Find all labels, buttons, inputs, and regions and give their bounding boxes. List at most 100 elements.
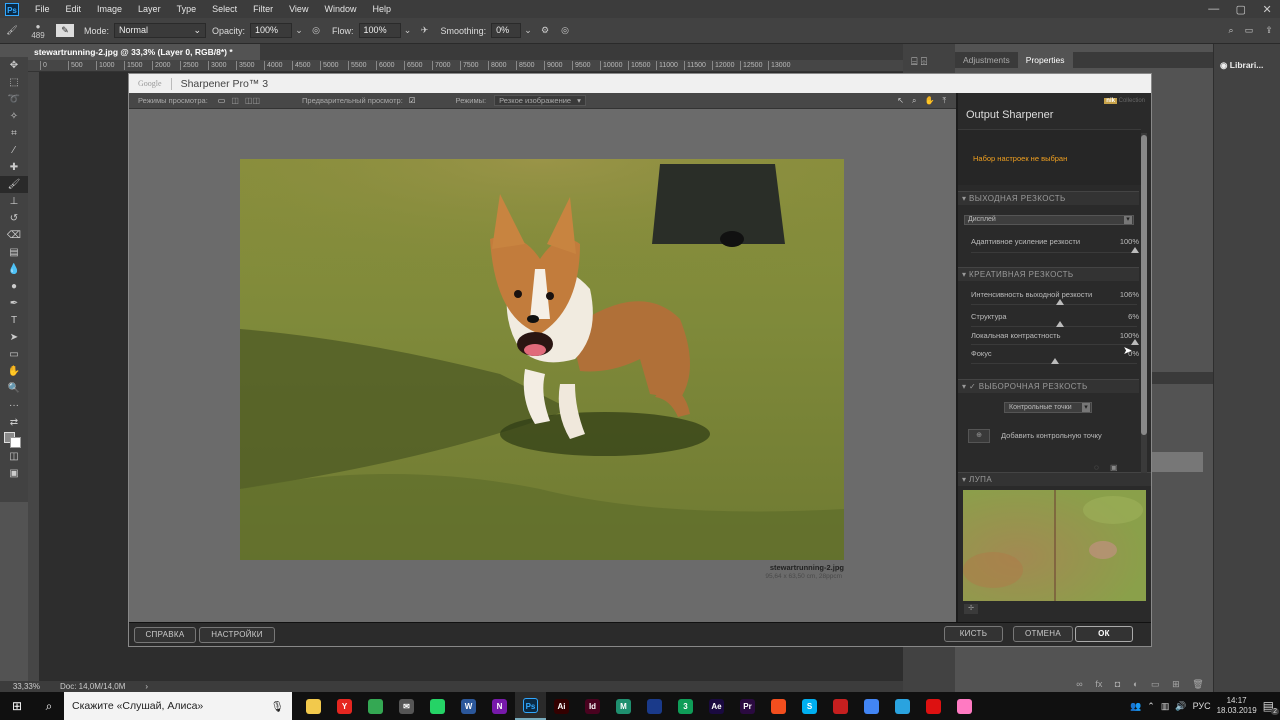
preview-checkbox[interactable]: ☑ [409, 96, 416, 105]
flow-field[interactable]: 100% [358, 23, 401, 38]
focus-slider[interactable] [971, 358, 1137, 364]
gradient-icon[interactable]: ▤ [0, 244, 28, 261]
ok-button[interactable]: ОК [1075, 626, 1133, 642]
libraries-tab[interactable]: ◉ Librari... [1220, 60, 1280, 71]
trash-icon[interactable]: 🗑 [1192, 679, 1203, 692]
taskbar-sheets-icon[interactable]: 3 [670, 692, 701, 720]
search-box[interactable]: Скажите «Слушай, Алиса» 🎙 [64, 692, 292, 720]
adaptive-slider-knob[interactable] [1131, 247, 1139, 253]
panel-scrollbar[interactable] [1141, 133, 1147, 473]
workspace-icon[interactable]: ▭ [1240, 25, 1258, 36]
zoom-tool-icon[interactable]: ⌕ [912, 96, 916, 106]
menu-image[interactable]: Image [89, 0, 130, 18]
maximize-icon[interactable]: ▢ [1236, 3, 1246, 16]
link-icon[interactable]: ∞ [1076, 679, 1082, 692]
pressure-size-icon[interactable]: ◎ [555, 25, 575, 36]
taskbar-aftereffects-icon[interactable]: Ae [701, 692, 732, 720]
menu-edit[interactable]: Edit [58, 0, 90, 18]
magic-wand-icon[interactable]: ✧ [0, 108, 28, 125]
taskbar-whatsapp-icon[interactable] [422, 692, 453, 720]
blur-tool-icon[interactable]: 💧 [0, 261, 28, 278]
taskbar-skype-icon[interactable]: S [794, 692, 825, 720]
menu-type[interactable]: Type [169, 0, 205, 18]
taskbar-onenote-icon[interactable]: N [484, 692, 515, 720]
display-select[interactable]: Дисплей ▾ [964, 215, 1134, 225]
zoom-tool-icon[interactable]: 🔍 [0, 380, 28, 397]
hand-tool-icon[interactable]: ✋ [0, 363, 28, 380]
new-layer-icon[interactable]: ⊞ [1172, 679, 1180, 692]
document-tab[interactable]: stewartrunning-2.jpg @ 33,3% (Layer 0, R… [28, 44, 260, 60]
minimize-icon[interactable]: — [1208, 3, 1219, 15]
chevron-right-icon[interactable]: › [125, 682, 148, 691]
control-points-select[interactable]: Контрольные точки ▾ [1004, 402, 1092, 413]
hand-tool-icon[interactable]: ✋ [924, 96, 934, 105]
brush-preset-picker[interactable]: ● 489 [24, 22, 52, 40]
tab-adjustments[interactable]: Adjustments [955, 52, 1018, 68]
menu-help[interactable]: Help [364, 0, 399, 18]
chevron-down-icon[interactable]: ⌄ [521, 25, 535, 36]
taskbar-figma-icon[interactable] [763, 692, 794, 720]
folder-icon[interactable]: ▭ [1151, 679, 1160, 692]
path-selection-icon[interactable]: ➤ [0, 329, 28, 346]
mask-icon[interactable]: ◘ [1115, 679, 1120, 692]
history-panel-icon[interactable]: ⌸ ⌹ [911, 56, 955, 69]
dodge-tool-icon[interactable]: ● [0, 278, 28, 295]
eraser-icon[interactable]: ⌫ [0, 227, 28, 244]
intensity-slider[interactable] [971, 299, 1137, 305]
taskbar-browser-icon[interactable] [856, 692, 887, 720]
swap-colors-icon[interactable]: ⇄ [0, 414, 28, 431]
shape-tool-icon[interactable]: ▭ [0, 346, 28, 363]
section-output-sharpening[interactable]: ▾ ВЫХОДНАЯ РЕЗКОСТЬ [958, 191, 1139, 205]
section-selective-sharpening[interactable]: ▾ ✓ ВЫБОРОЧНАЯ РЕЗКОСТЬ [958, 379, 1139, 393]
intensity-slider-knob[interactable] [1055, 299, 1064, 305]
menu-window[interactable]: Window [316, 0, 364, 18]
taskbar-telegram-icon[interactable] [887, 692, 918, 720]
help-button[interactable]: СПРАВКА [134, 627, 196, 643]
chevron-down-icon[interactable]: ⌄ [401, 25, 415, 36]
opacity-field[interactable]: 100% [250, 23, 293, 38]
pen-tool-icon[interactable]: ✒ [0, 295, 28, 312]
taskbar-photoshop-icon[interactable]: Ps [515, 692, 546, 720]
menu-layer[interactable]: Layer [130, 0, 169, 18]
search-icon[interactable]: ⌕ [34, 692, 64, 720]
airbrush-icon[interactable]: ✈ [415, 25, 435, 36]
gear-icon[interactable]: ⚙ [535, 25, 555, 36]
screen-mode-icon[interactable]: ▣ [0, 465, 28, 482]
structure-slider[interactable] [971, 321, 1137, 327]
taskbar-premiere-icon[interactable]: Pr [732, 692, 763, 720]
taskbar-game-icon[interactable] [949, 692, 980, 720]
menu-select[interactable]: Select [204, 0, 245, 18]
section-loupe[interactable]: ▾ ЛУПА [958, 472, 1151, 486]
menu-view[interactable]: View [281, 0, 316, 18]
history-brush-icon[interactable]: ↺ [0, 210, 28, 227]
more-tools-icon[interactable]: ··· [0, 397, 28, 414]
quick-mask-icon[interactable]: ◫ [0, 448, 28, 465]
color-swatches[interactable] [0, 431, 28, 448]
taskbar-indesign-icon[interactable]: Id [577, 692, 608, 720]
pressure-opacity-icon[interactable]: ◎ [306, 25, 326, 36]
loupe-pin-icon[interactable]: ✢ [964, 604, 978, 614]
lasso-tool-icon[interactable]: ➰ [0, 91, 28, 108]
chevron-down-icon[interactable]: ⌄ [292, 25, 306, 36]
single-view-icon[interactable]: ▭ [218, 96, 226, 105]
move-tool-icon[interactable]: ✥ [0, 57, 28, 74]
share-icon[interactable]: ⇪ [1258, 25, 1280, 36]
local-contrast-slider[interactable] [971, 339, 1139, 345]
taskbar-cinema-icon[interactable] [639, 692, 670, 720]
search-icon[interactable]: ⌕ [1222, 25, 1240, 36]
brush-tool-icon[interactable]: 🖌 [0, 176, 28, 193]
type-tool-icon[interactable]: T [0, 312, 28, 329]
taskbar-recorder-icon[interactable] [918, 692, 949, 720]
tab-properties[interactable]: Properties [1017, 52, 1073, 68]
taskbar-explorer-icon[interactable] [298, 692, 329, 720]
pointer-tool-icon[interactable]: ↖ [897, 96, 904, 105]
taskbar-acrobat-icon[interactable] [825, 692, 856, 720]
menu-file[interactable]: File [27, 0, 58, 18]
structure-slider-knob[interactable] [1055, 321, 1064, 327]
taskbar-muse-icon[interactable]: M [608, 692, 639, 720]
zoom-level[interactable]: 33,33% [0, 682, 48, 691]
notifications-icon[interactable]: ▤ 2 [1263, 699, 1279, 715]
upload-icon[interactable]: ⤒ [942, 96, 946, 106]
taskbar-word-icon[interactable]: W [453, 692, 484, 720]
brush-panel-icon[interactable]: ✎ [56, 24, 74, 37]
